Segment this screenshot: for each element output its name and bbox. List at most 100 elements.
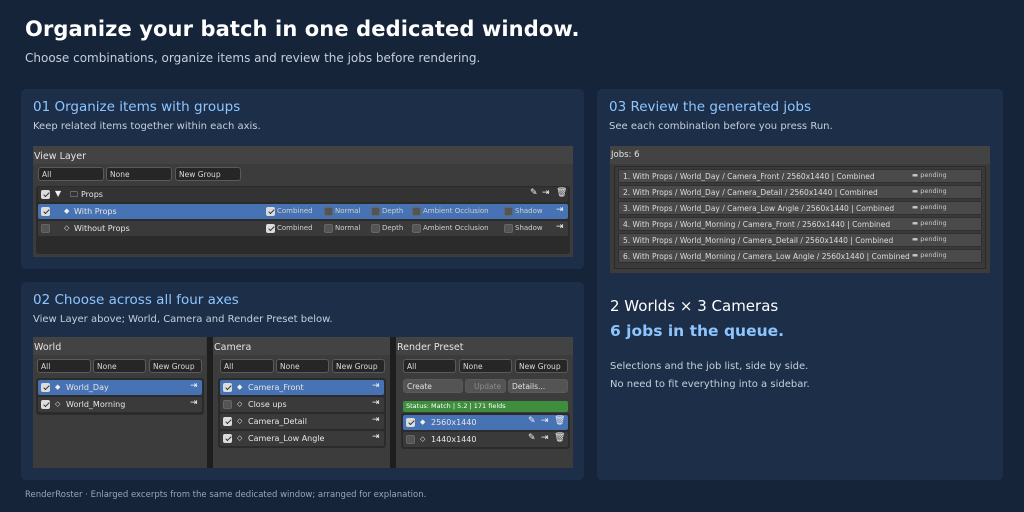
world-none-field[interactable]: None: [93, 359, 146, 373]
pass-checkbox-combined[interactable]: [266, 207, 275, 216]
camera-all-field[interactable]: All: [220, 359, 274, 373]
item-checkbox[interactable]: [223, 434, 232, 443]
view-layer-mock: View Layer All None New Group ▼ 🗀 Props …: [33, 146, 573, 257]
item-checkbox[interactable]: [406, 435, 415, 444]
item-checkbox[interactable]: [223, 383, 232, 392]
list-item-camera-detail[interactable]: ◇ Camera_Detail ⇥: [220, 414, 384, 429]
inactive-diamond-icon: ◇: [237, 434, 243, 442]
move-to-icon[interactable]: ⇥: [556, 205, 564, 215]
list-item-with-props[interactable]: ◆ With Props Combined Normal Depth Ambie…: [38, 204, 568, 219]
item-name: Without Props: [74, 224, 130, 233]
panel-title: 01 Organize items with groups: [33, 99, 241, 115]
item-checkbox[interactable]: [41, 224, 50, 233]
list-item-1440x1440[interactable]: ◇ 1440x1440 ✎ ⇥ 🗑: [403, 432, 568, 447]
update-button[interactable]: Update: [465, 379, 506, 393]
move-to-icon[interactable]: ⇥: [372, 432, 380, 442]
edit-icon[interactable]: ✎: [528, 433, 536, 443]
delete-icon[interactable]: 🗑: [554, 416, 565, 426]
list-item-job[interactable]: 4. With Props / World_Morning / Camera_F…: [618, 217, 982, 231]
panel-organize-groups: 01 Organize items with groups Keep relat…: [21, 89, 584, 269]
camera-none-field[interactable]: None: [276, 359, 329, 373]
active-diamond-icon: ◆: [237, 383, 243, 391]
list-item-2560x1440[interactable]: ◆ 2560x1440 ✎ ⇥ 🗑: [403, 415, 568, 430]
list-item-job[interactable]: 5. With Props / World_Morning / Camera_D…: [618, 233, 982, 247]
preset-new-group-field[interactable]: New Group: [515, 359, 568, 373]
item-name: 2560x1440: [431, 418, 477, 427]
new-group-field[interactable]: New Group: [175, 167, 241, 181]
item-checkbox[interactable]: [41, 400, 50, 409]
pass-label: Normal: [335, 224, 361, 232]
job-label: 1. With Props / World_Day / Camera_Front…: [623, 172, 875, 181]
delete-icon[interactable]: 🗑: [554, 433, 565, 443]
world-new-group-field[interactable]: New Group: [149, 359, 202, 373]
create-button[interactable]: Create: [403, 379, 463, 393]
pass-checkbox-depth[interactable]: [371, 224, 380, 233]
summary-combinations: 2 Worlds × 3 Cameras: [610, 297, 779, 315]
list-item-job[interactable]: 3. With Props / World_Day / Camera_Low A…: [618, 201, 982, 215]
edit-icon[interactable]: ✎: [530, 188, 538, 198]
item-checkbox[interactable]: [41, 383, 50, 392]
world-all-field[interactable]: All: [37, 359, 91, 373]
edit-icon[interactable]: ✎: [528, 416, 536, 426]
pass-checkbox-shadow[interactable]: [504, 224, 513, 233]
job-label: 3. With Props / World_Day / Camera_Low A…: [623, 204, 895, 213]
page-title: Organize your batch in one dedicated win…: [25, 17, 580, 41]
list-item-camera-front[interactable]: ◆ Camera_Front ⇥: [220, 380, 384, 395]
footer-caption: RenderRoster · Enlarged excerpts from th…: [25, 490, 427, 500]
move-to-icon[interactable]: ⇥: [190, 381, 198, 391]
move-to-icon[interactable]: ⇥: [372, 381, 380, 391]
pass-checkbox-normal[interactable]: [324, 207, 333, 216]
world-list: ◆ World_Day ⇥ ◇ World_Morning ⇥: [36, 378, 204, 415]
list-item-world-day[interactable]: ◆ World_Day ⇥: [38, 380, 202, 395]
pass-checkbox-normal[interactable]: [324, 224, 333, 233]
list-item-camera-low-angle[interactable]: ◇ Camera_Low Angle ⇥: [220, 431, 384, 446]
preset-none-field[interactable]: None: [459, 359, 512, 373]
column-divider: [390, 337, 396, 468]
preset-all-field[interactable]: All: [403, 359, 456, 373]
camera-new-group-field[interactable]: New Group: [332, 359, 385, 373]
group-checkbox[interactable]: [41, 190, 50, 199]
list-item-world-morning[interactable]: ◇ World_Morning ⇥: [38, 397, 202, 412]
delete-icon[interactable]: 🗑: [556, 188, 567, 198]
item-checkbox[interactable]: [223, 417, 232, 426]
group-row-props[interactable]: ▼ 🗀 Props ✎ ⇥ 🗑: [38, 187, 568, 202]
item-checkbox[interactable]: [223, 400, 232, 409]
jobs-header: Jobs: 6: [610, 146, 990, 164]
jobs-mock: Jobs: 6 1. With Props / World_Day / Came…: [610, 146, 990, 273]
inactive-diamond-icon: ◇: [64, 224, 70, 232]
move-to-icon[interactable]: ⇥: [541, 416, 549, 426]
list-item-job[interactable]: 2. With Props / World_Day / Camera_Detai…: [618, 185, 982, 199]
move-to-icon[interactable]: ⇥: [541, 433, 549, 443]
expand-triangle-icon[interactable]: ▼: [55, 189, 61, 198]
note-line: Selections and the job list, side by sid…: [610, 361, 809, 372]
item-name: World_Day: [66, 383, 109, 392]
pass-checkbox-ao[interactable]: [412, 207, 421, 216]
pass-checkbox-ao[interactable]: [412, 224, 421, 233]
item-checkbox[interactable]: [406, 418, 415, 427]
details-button[interactable]: Details...: [508, 379, 568, 393]
pass-checkbox-combined[interactable]: [266, 224, 275, 233]
pass-label: Shadow: [515, 207, 543, 215]
note-line: No need to fit everything into a sidebar…: [610, 379, 810, 390]
filter-all-field[interactable]: All: [38, 167, 104, 181]
move-to-icon[interactable]: ⇥: [190, 398, 198, 408]
list-item-close-ups[interactable]: ◇ Close ups ⇥: [220, 397, 384, 412]
pass-label: Shadow: [515, 224, 543, 232]
job-status: ▬ pending: [912, 187, 947, 195]
item-name: With Props: [74, 207, 117, 216]
pass-label: Normal: [335, 207, 361, 215]
move-to-icon[interactable]: ⇥: [556, 222, 564, 232]
list-item-without-props[interactable]: ◇ Without Props Combined Normal Depth Am…: [38, 221, 568, 236]
item-checkbox[interactable]: [41, 207, 50, 216]
pass-checkbox-shadow[interactable]: [504, 207, 513, 216]
folder-icon: 🗀: [70, 190, 78, 199]
move-to-icon[interactable]: ⇥: [372, 415, 380, 425]
filter-none-field[interactable]: None: [106, 167, 172, 181]
move-to-icon[interactable]: ⇥: [542, 188, 550, 198]
list-item-job[interactable]: 1. With Props / World_Day / Camera_Front…: [618, 169, 982, 183]
item-name: World_Morning: [66, 400, 126, 409]
column-divider: [207, 337, 213, 468]
list-item-job[interactable]: 6. With Props / World_Morning / Camera_L…: [618, 249, 982, 263]
pass-checkbox-depth[interactable]: [371, 207, 380, 216]
move-to-icon[interactable]: ⇥: [372, 398, 380, 408]
